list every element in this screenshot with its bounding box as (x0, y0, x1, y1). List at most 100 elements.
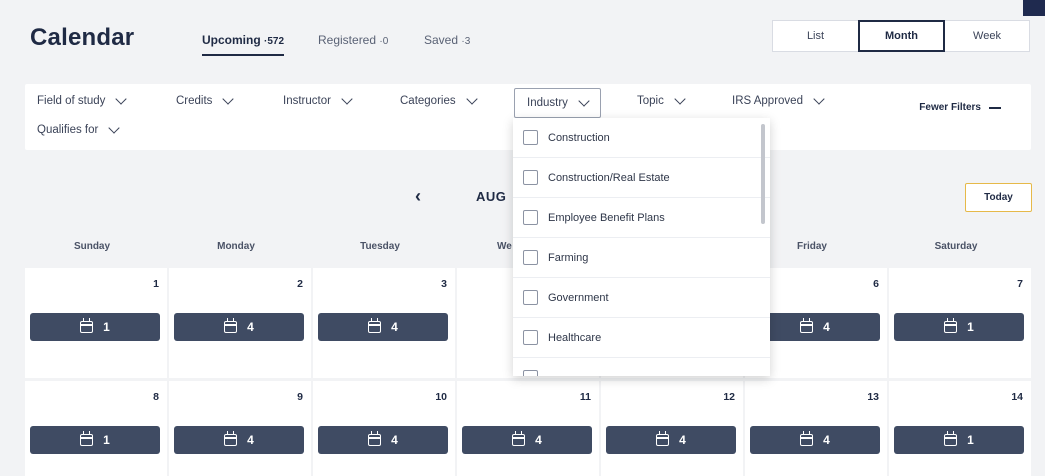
event-count-button[interactable]: 4 (318, 426, 448, 454)
industry-option-healthcare[interactable]: Healthcare (513, 318, 770, 358)
checkbox[interactable] (523, 370, 538, 376)
calendar-icon (224, 318, 238, 333)
industry-option-partial[interactable] (513, 358, 770, 376)
event-count-button[interactable]: 4 (462, 426, 592, 454)
month-view-button[interactable]: Month (858, 20, 945, 52)
calendar-day-cell[interactable]: 34 (313, 268, 455, 378)
calendar-icon (656, 431, 670, 446)
day-header-sunday: Sunday (73, 241, 111, 252)
calendar-icon (800, 318, 814, 333)
calendar-day-cell[interactable]: 11 (25, 268, 167, 378)
calendar-icon (224, 431, 238, 446)
event-count-button[interactable]: 4 (174, 313, 304, 341)
calendar-day-cell[interactable]: 11 4 (457, 381, 599, 476)
event-count-button[interactable]: 1 (30, 426, 160, 454)
filter-topic[interactable]: Topic (637, 93, 686, 107)
event-count-button[interactable]: 4 (318, 313, 448, 341)
day-header-saturday: Saturday (934, 241, 978, 252)
day-number: 6 (873, 278, 879, 290)
industry-dropdown: Construction Construction/Real Estate Em… (513, 118, 770, 376)
week-view-button[interactable]: Week (944, 20, 1030, 52)
calendar-icon (800, 431, 814, 446)
event-count-button[interactable]: 4 (750, 426, 880, 454)
filter-field-of-study[interactable]: Field of study (37, 93, 128, 107)
calendar-icon (944, 431, 958, 446)
day-number: 2 (297, 278, 303, 290)
chevron-down-icon (813, 93, 825, 105)
checkbox[interactable] (523, 170, 538, 185)
filter-qualifies-for[interactable]: Qualifies for (37, 122, 121, 136)
day-number: 11 (579, 391, 591, 403)
event-count: 4 (679, 433, 686, 447)
tab-saved-count: 3 (464, 36, 471, 47)
day-number: 13 (867, 391, 879, 403)
event-count-button[interactable]: 4 (174, 426, 304, 454)
event-count: 1 (967, 433, 974, 447)
day-number: 3 (441, 278, 447, 290)
event-count: 1 (967, 320, 974, 334)
chevron-down-icon (222, 93, 235, 105)
calendar-icon (944, 318, 958, 333)
event-count: 1 (103, 320, 110, 334)
dropdown-scrollbar[interactable] (761, 124, 765, 224)
filter-categories[interactable]: Categories (400, 93, 478, 107)
checkbox[interactable] (523, 290, 538, 305)
chevron-down-icon (465, 93, 478, 105)
event-count: 4 (535, 433, 542, 447)
calendar-day-cell[interactable]: 13 4 (745, 381, 887, 476)
tab-registered-label: Registered (318, 33, 377, 47)
calendar-icon (368, 318, 382, 333)
calendar-icon (80, 431, 94, 446)
tab-upcoming[interactable]: Upcoming ·572 (202, 33, 285, 56)
tab-upcoming-count: 572 (267, 36, 285, 47)
event-count-button[interactable]: 1 (894, 313, 1024, 341)
day-number: 9 (297, 391, 303, 403)
event-count-button[interactable]: 1 (30, 313, 160, 341)
checkbox[interactable] (523, 130, 538, 145)
calendar-day-cell[interactable]: 94 (169, 381, 311, 476)
calendar-day-cell[interactable]: 12 4 (601, 381, 743, 476)
event-count-button[interactable]: 1 (894, 426, 1024, 454)
checkbox[interactable] (523, 250, 538, 265)
chevron-down-icon (108, 122, 121, 134)
industry-option-government[interactable]: Government (513, 278, 770, 318)
calendar-icon (368, 431, 382, 446)
day-header-monday: Monday (217, 241, 255, 252)
tab-saved[interactable]: Saved ·3 (424, 33, 470, 47)
day-number: 12 (723, 391, 735, 403)
event-count: 4 (247, 320, 254, 334)
filter-irs-approved[interactable]: IRS Approved (732, 93, 825, 107)
filter-credits[interactable]: Credits (176, 93, 235, 107)
calendar-icon (512, 431, 526, 446)
event-count: 4 (391, 433, 398, 447)
list-view-button[interactable]: List (772, 20, 859, 52)
industry-option-farming[interactable]: Farming (513, 238, 770, 278)
filter-industry[interactable]: Industry (514, 88, 601, 118)
filter-instructor[interactable]: Instructor (283, 93, 353, 107)
calendar-day-cell[interactable]: 71 (889, 268, 1031, 378)
event-count-button[interactable]: 4 (606, 426, 736, 454)
fewer-filters-button[interactable]: Fewer Filters (919, 102, 1001, 113)
tab-registered[interactable]: Registered ·0 (318, 33, 388, 47)
chevron-down-icon (341, 93, 353, 105)
calendar-icon (80, 318, 94, 333)
calendar-day-cell[interactable]: 14 1 (889, 381, 1031, 476)
day-number: 14 (1011, 391, 1023, 403)
today-button[interactable]: Today (965, 183, 1032, 212)
day-number: 10 (435, 391, 447, 403)
calendar-day-cell[interactable]: 24 (169, 268, 311, 378)
day-number: 7 (1017, 278, 1023, 290)
event-count: 1 (103, 433, 110, 447)
industry-option-construction[interactable]: Construction (513, 118, 770, 158)
day-number: 8 (153, 391, 159, 403)
calendar-day-cell[interactable]: 10 4 (313, 381, 455, 476)
industry-option-employee-benefit-plans[interactable]: Employee Benefit Plans (513, 198, 770, 238)
previous-month-button[interactable]: ‹ (415, 186, 421, 207)
checkbox[interactable] (523, 210, 538, 225)
checkbox[interactable] (523, 330, 538, 345)
industry-option-construction-real-estate[interactable]: Construction/Real Estate (513, 158, 770, 198)
calendar-day-cell[interactable]: 81 (25, 381, 167, 476)
tab-registered-count: 0 (382, 36, 389, 47)
page-title: Calendar (30, 24, 135, 51)
chevron-down-icon (578, 95, 590, 107)
